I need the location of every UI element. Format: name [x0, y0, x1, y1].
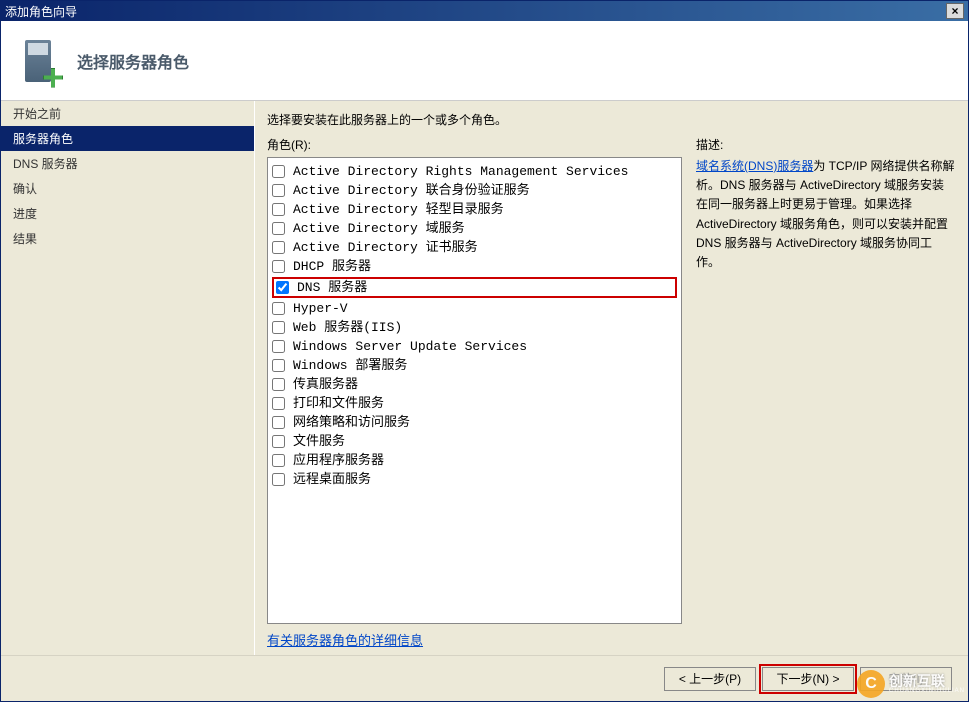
wizard-header: 选择服务器角色	[1, 21, 968, 101]
role-row[interactable]: Windows 部署服务	[272, 356, 677, 375]
role-label: Windows 部署服务	[293, 357, 407, 374]
role-label: 传真服务器	[293, 376, 358, 393]
role-checkbox[interactable]	[272, 359, 285, 372]
role-row[interactable]: Windows Server Update Services	[272, 337, 677, 356]
sidebar: 开始之前服务器角色DNS 服务器确认进度结果	[1, 101, 255, 655]
role-checkbox[interactable]	[276, 281, 289, 294]
role-label: 打印和文件服务	[293, 395, 384, 412]
role-checkbox[interactable]	[272, 454, 285, 467]
role-checkbox[interactable]	[272, 435, 285, 448]
description-text: 域名系统(DNS)服务器为 TCP/IP 网络提供名称解析。DNS 服务器与 A…	[696, 157, 956, 272]
role-row[interactable]: 网络策略和访问服务	[272, 413, 677, 432]
role-checkbox[interactable]	[272, 165, 285, 178]
page-title: 选择服务器角色	[77, 49, 189, 73]
role-checkbox[interactable]	[272, 302, 285, 315]
roles-listbox[interactable]: Active Directory Rights Management Servi…	[267, 157, 682, 624]
role-label: Hyper-V	[293, 300, 348, 317]
role-row[interactable]: DNS 服务器	[272, 277, 677, 298]
role-checkbox[interactable]	[272, 473, 285, 486]
brand-subtext: CHUANGXIN-HULIAN	[889, 688, 965, 694]
role-checkbox[interactable]	[272, 203, 285, 216]
role-row[interactable]: 文件服务	[272, 432, 677, 451]
role-label: Active Directory 域服务	[293, 220, 465, 237]
brand-logo-icon: C	[857, 670, 885, 698]
wizard-footer: < 上一步(P) 下一步(N) > 安装(I) C 创新互联 CHUANGXIN…	[1, 655, 968, 701]
window-title: 添加角色向导	[5, 3, 77, 20]
brand-watermark: C 创新互联 CHUANGXIN-HULIAN	[857, 670, 965, 698]
instruction-text: 选择要安装在此服务器上的一个或多个角色。	[267, 111, 956, 128]
role-row[interactable]: DHCP 服务器	[272, 257, 677, 276]
wizard-window: 添加角色向导 × 选择服务器角色 开始之前服务器角色DNS 服务器确认进度结果 …	[0, 0, 969, 702]
close-icon: ×	[951, 5, 958, 17]
role-label: Active Directory Rights Management Servi…	[293, 163, 628, 180]
role-row[interactable]: Active Directory Rights Management Servi…	[272, 162, 677, 181]
role-label: 应用程序服务器	[293, 452, 384, 469]
role-row[interactable]: Active Directory 域服务	[272, 219, 677, 238]
role-checkbox[interactable]	[272, 416, 285, 429]
role-checkbox[interactable]	[272, 184, 285, 197]
role-checkbox[interactable]	[272, 397, 285, 410]
role-row[interactable]: 应用程序服务器	[272, 451, 677, 470]
wizard-body: 开始之前服务器角色DNS 服务器确认进度结果 选择要安装在此服务器上的一个或多个…	[1, 101, 968, 655]
role-label: 文件服务	[293, 433, 345, 450]
brand-text: 创新互联	[889, 674, 965, 688]
sidebar-item-2[interactable]: DNS 服务器	[1, 151, 254, 176]
role-checkbox[interactable]	[272, 340, 285, 353]
role-row[interactable]: Active Directory 联合身份验证服务	[272, 181, 677, 200]
role-checkbox[interactable]	[272, 378, 285, 391]
next-button[interactable]: 下一步(N) >	[762, 667, 854, 691]
description-link[interactable]: 域名系统(DNS)服务器	[696, 159, 813, 173]
role-label: DNS 服务器	[297, 279, 367, 296]
close-button[interactable]: ×	[946, 3, 964, 19]
role-label: Web 服务器(IIS)	[293, 319, 402, 336]
description-body: 为 TCP/IP 网络提供名称解析。DNS 服务器与 ActiveDirecto…	[696, 159, 954, 269]
role-label: 远程桌面服务	[293, 471, 371, 488]
role-checkbox[interactable]	[272, 222, 285, 235]
previous-button[interactable]: < 上一步(P)	[664, 667, 756, 691]
sidebar-item-0[interactable]: 开始之前	[1, 101, 254, 126]
role-row[interactable]: Active Directory 证书服务	[272, 238, 677, 257]
role-checkbox[interactable]	[272, 260, 285, 273]
sidebar-item-1[interactable]: 服务器角色	[1, 126, 254, 151]
role-row[interactable]: 传真服务器	[272, 375, 677, 394]
role-label: Active Directory 轻型目录服务	[293, 201, 504, 218]
role-checkbox[interactable]	[272, 321, 285, 334]
sidebar-item-3[interactable]: 确认	[1, 176, 254, 201]
sidebar-item-5[interactable]: 结果	[1, 226, 254, 251]
role-row[interactable]: Hyper-V	[272, 299, 677, 318]
roles-label: 角色(R):	[267, 136, 682, 153]
server-add-icon	[21, 36, 61, 86]
role-label: 网络策略和访问服务	[293, 414, 410, 431]
role-row[interactable]: Active Directory 轻型目录服务	[272, 200, 677, 219]
role-row[interactable]: Web 服务器(IIS)	[272, 318, 677, 337]
role-label: Active Directory 联合身份验证服务	[293, 182, 530, 199]
role-label: Windows Server Update Services	[293, 338, 527, 355]
description-label: 描述:	[696, 136, 956, 153]
role-row[interactable]: 打印和文件服务	[272, 394, 677, 413]
roles-details-link[interactable]: 有关服务器角色的详细信息	[267, 633, 423, 648]
role-label: DHCP 服务器	[293, 258, 371, 275]
role-label: Active Directory 证书服务	[293, 239, 478, 256]
role-row[interactable]: 远程桌面服务	[272, 470, 677, 489]
main-panel: 选择要安装在此服务器上的一个或多个角色。 角色(R): Active Direc…	[255, 101, 968, 655]
titlebar: 添加角色向导 ×	[1, 1, 968, 21]
role-checkbox[interactable]	[272, 241, 285, 254]
sidebar-item-4[interactable]: 进度	[1, 201, 254, 226]
